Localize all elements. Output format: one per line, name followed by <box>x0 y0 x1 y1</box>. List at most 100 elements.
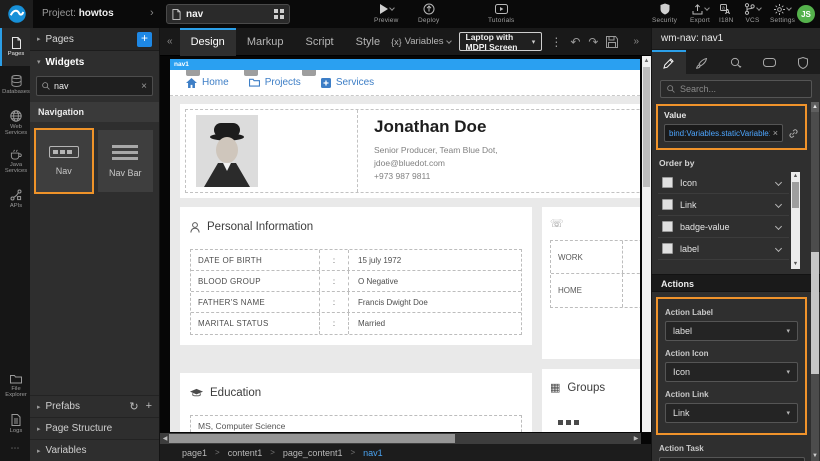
export-button[interactable]: Export <box>690 3 710 24</box>
tab-styles[interactable] <box>686 50 720 74</box>
checkbox[interactable] <box>662 199 673 210</box>
tab-design[interactable]: Design <box>180 28 236 56</box>
clear-search-icon[interactable]: × <box>141 81 147 92</box>
page-structure-section-header[interactable]: ▸ Page Structure <box>30 417 159 439</box>
rail-more-icon[interactable]: ⋯ <box>0 443 30 461</box>
prefabs-section-header[interactable]: ▸ Prefabs ↻+ <box>30 395 159 417</box>
canvas-nav-widget[interactable]: Home Projects Services <box>170 70 640 96</box>
scroll-right-icon[interactable]: ▶ <box>631 435 641 442</box>
scrollbar-thumb[interactable] <box>811 252 819 374</box>
tab-markup[interactable]: Markup <box>236 28 295 56</box>
scroll-up-icon[interactable]: ▲ <box>791 172 800 181</box>
widget-tile-navbar[interactable]: Nav Bar <box>98 130 154 192</box>
pages-section-header[interactable]: ▸ Pages + <box>30 28 159 51</box>
nav-item-projects[interactable]: Projects <box>249 77 301 88</box>
rail-item-web-services[interactable]: Web Services <box>0 104 30 142</box>
design-canvas-page[interactable]: nav1 Home Projects <box>170 59 640 432</box>
order-item-badge-value[interactable]: badge-value <box>658 216 789 238</box>
chevron-down-icon[interactable] <box>775 201 782 208</box>
undo-icon[interactable]: ↶ <box>570 35 580 49</box>
breadcrumb-item[interactable]: content1 <box>228 448 263 458</box>
grid-icon[interactable] <box>274 9 284 19</box>
chevron-down-icon[interactable] <box>775 223 782 230</box>
redo-icon[interactable]: ↷ <box>588 35 598 49</box>
widgets-section-header[interactable]: ▾ Widgets <box>30 51 159 73</box>
clear-binding-icon[interactable]: × <box>773 128 778 138</box>
global-search-input[interactable] <box>186 9 269 20</box>
properties-search-input[interactable] <box>680 84 805 94</box>
preview-button[interactable]: Preview <box>374 3 399 24</box>
rail-item-java-services[interactable]: Java Services <box>0 142 30 180</box>
order-item-link[interactable]: Link <box>658 194 789 216</box>
table-row[interactable]: WORK <box>551 241 640 274</box>
order-list-scrollbar[interactable]: ▲ ▼ <box>791 172 800 269</box>
checkbox[interactable] <box>662 177 673 188</box>
checkbox[interactable] <box>662 221 673 232</box>
action-link-select[interactable]: Link ▾ <box>665 403 798 423</box>
drag-handle[interactable] <box>244 70 258 76</box>
breadcrumb-item[interactable]: page_content1 <box>283 448 343 458</box>
panel-scrollbar[interactable]: ▲ ▼ <box>811 102 819 461</box>
drag-handle[interactable] <box>302 70 316 76</box>
tab-style[interactable]: Style <box>345 28 391 56</box>
order-item-label[interactable]: label <box>658 238 789 260</box>
tab-security[interactable] <box>786 50 820 74</box>
rail-item-apis[interactable]: APIs <box>0 180 30 218</box>
nav-item-home[interactable]: Home <box>186 77 229 88</box>
rail-item-file-explorer[interactable]: File Explorer <box>0 367 30 405</box>
education-row[interactable]: MS, Computer Science <box>190 415 522 432</box>
refresh-icon[interactable]: ↻ <box>129 400 138 413</box>
expand-panel-icon[interactable]: » <box>626 36 646 47</box>
chevron-down-icon[interactable] <box>775 245 782 252</box>
table-row[interactable]: FATHER'S NAME : Francis Dwight Doe <box>191 292 521 313</box>
rail-item-logs[interactable]: Logs <box>0 405 30 443</box>
contact-panel[interactable]: ☏ WORK HOME <box>542 207 640 359</box>
table-row[interactable]: BLOOD GROUP : O Negative <box>191 271 521 292</box>
groups-panel[interactable]: ▦ Groups Depa ▾ <box>542 369 640 432</box>
profile-panel[interactable]: Jonathan Doe Senior Producer, Team Blue … <box>180 104 640 198</box>
rail-item-pages[interactable]: Pages <box>0 28 30 66</box>
device-select[interactable]: Laptop with MDPI Screen ▾ <box>459 32 543 51</box>
collapse-panel-icon[interactable]: « <box>160 36 180 47</box>
scroll-up-icon[interactable]: ▲ <box>642 56 651 66</box>
table-row[interactable]: DATE OF BIRTH : 15 july 1972 <box>191 250 521 271</box>
more-options-icon[interactable]: ⋮ <box>550 35 562 49</box>
widget-tile-nav[interactable]: Nav <box>36 130 92 192</box>
chevron-down-icon[interactable] <box>775 179 782 186</box>
widget-search[interactable]: × <box>36 76 153 96</box>
education-panel[interactable]: Education MS, Computer Science <box>180 373 532 432</box>
vcs-button[interactable]: VCS <box>744 3 761 24</box>
tutorials-button[interactable]: Tutorials <box>488 3 514 24</box>
user-avatar[interactable]: JS <box>797 5 815 23</box>
settings-button[interactable]: Settings <box>770 3 795 24</box>
canvas-horizontal-scrollbar[interactable]: ◀ ▶ <box>160 433 641 444</box>
save-icon[interactable] <box>606 36 618 48</box>
scrollbar-thumb[interactable] <box>792 182 799 208</box>
selected-widget-tag[interactable]: nav1 <box>170 59 640 70</box>
action-task-select[interactable]: ▾ <box>659 457 805 461</box>
deploy-button[interactable]: Deploy <box>418 3 439 24</box>
security-button[interactable]: Security <box>652 3 677 24</box>
add-prefab-icon[interactable]: + <box>146 400 152 413</box>
table-row[interactable]: HOME <box>551 274 640 307</box>
action-icon-select[interactable]: Icon ▾ <box>665 362 798 382</box>
rail-item-databases[interactable]: Databases <box>0 66 30 104</box>
tab-properties[interactable] <box>652 50 686 74</box>
action-label-select[interactable]: label ▾ <box>665 321 798 341</box>
bind-link-icon[interactable] <box>788 128 799 139</box>
app-logo[interactable] <box>0 0 33 28</box>
personal-info-panel[interactable]: Personal Information DATE OF BIRTH : 15 … <box>180 207 532 345</box>
variables-dropdown[interactable]: {x} Variables <box>391 36 450 47</box>
checkbox[interactable] <box>662 243 673 254</box>
tab-script[interactable]: Script <box>295 28 345 56</box>
scroll-up-icon[interactable]: ▲ <box>811 102 819 112</box>
scrollbar-thumb[interactable] <box>643 67 650 187</box>
i18n-button[interactable]: aA I18N <box>719 3 734 24</box>
drag-handle[interactable] <box>186 70 200 76</box>
variables-section-header[interactable]: ▸ Variables <box>30 439 159 461</box>
canvas-vertical-scrollbar[interactable]: ▲ <box>642 56 651 432</box>
scroll-down-icon[interactable]: ▼ <box>791 260 800 269</box>
properties-search[interactable] <box>660 80 812 98</box>
widget-search-input[interactable] <box>54 81 137 91</box>
table-row[interactable]: MARITAL STATUS : Married <box>191 313 521 334</box>
